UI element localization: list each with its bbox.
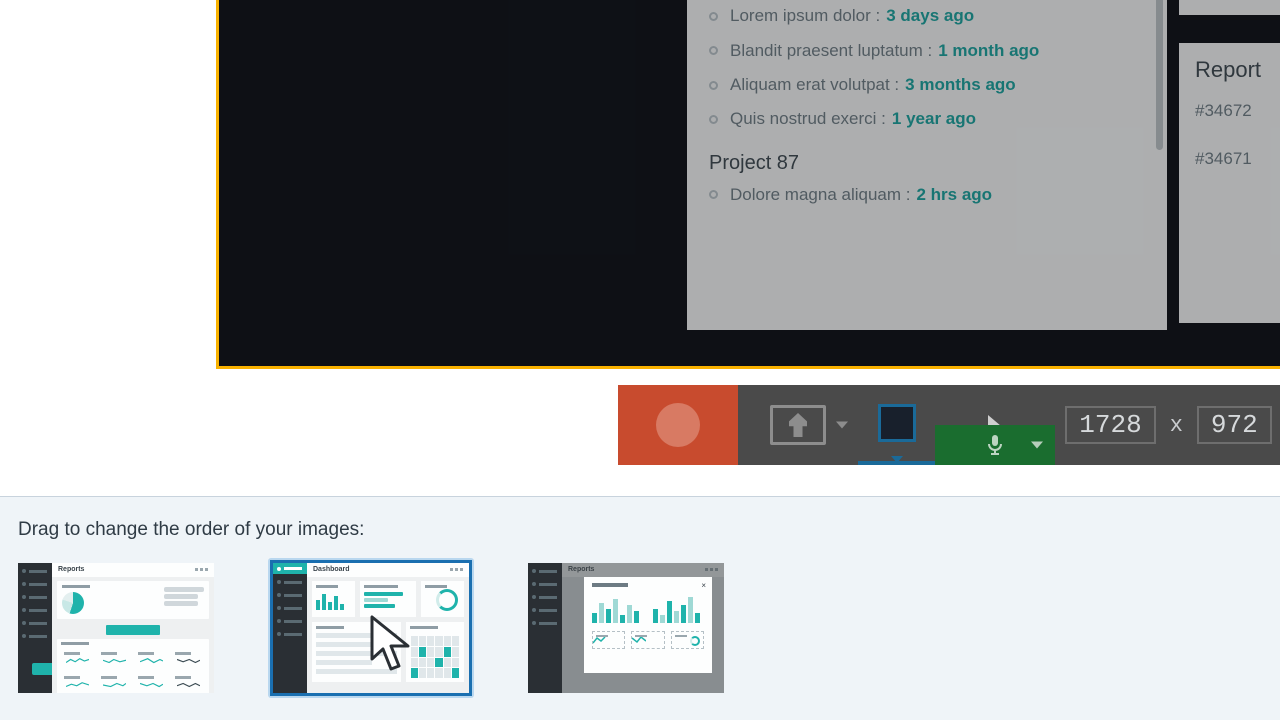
feed-text: Lorem ipsum dolor : bbox=[730, 6, 880, 26]
bullet-icon bbox=[709, 115, 718, 124]
feed-time: 1 year ago bbox=[892, 109, 976, 129]
bullet-icon bbox=[709, 190, 718, 199]
captured-right-column: 11-07| 11-13| … Report #34672 #34671 bbox=[1179, 0, 1280, 330]
mini-chip bbox=[671, 631, 704, 649]
thumbnail-item[interactable]: Reports × bbox=[528, 563, 724, 693]
thumbnail-preview: Reports × bbox=[528, 563, 724, 693]
bullet-icon bbox=[709, 46, 718, 55]
pie-chart-icon bbox=[62, 592, 84, 614]
mini-chip bbox=[592, 631, 625, 649]
thumbnail-list: Reports bbox=[18, 563, 1262, 698]
thumbnail-item-selected[interactable]: Dashboard bbox=[268, 558, 474, 698]
reorder-strip: Drag to change the order of your images:… bbox=[0, 496, 1280, 720]
captured-app-preview: Consectetuer adipiscing elit : 4 hrs ago… bbox=[219, 0, 1280, 366]
right-section-title: Report bbox=[1195, 57, 1280, 83]
close-icon: × bbox=[701, 581, 706, 590]
feed-text: Blandit praesent luptatum : bbox=[730, 41, 932, 61]
bullet-icon bbox=[709, 12, 718, 21]
feed-item: Quis nostrud exerci : 1 year ago bbox=[709, 109, 1145, 129]
ring-chart-icon bbox=[690, 636, 700, 646]
feed-item: Blandit praesent luptatum : 1 month ago bbox=[709, 41, 1145, 61]
feed-item: Lorem ipsum dolor : 3 days ago bbox=[709, 6, 1145, 26]
feed-time: 3 days ago bbox=[886, 6, 974, 26]
chevron-down-icon[interactable] bbox=[1031, 442, 1043, 449]
chevron-down-icon[interactable] bbox=[836, 422, 848, 429]
bar-chart-icon bbox=[592, 595, 639, 623]
chevron-down-icon[interactable] bbox=[891, 456, 903, 463]
window-controls-icon bbox=[193, 566, 208, 574]
mini-title: Dashboard bbox=[313, 566, 350, 574]
calendar-icon bbox=[411, 636, 459, 678]
captured-app-sidebar bbox=[412, 0, 645, 330]
feed-time: 1 month ago bbox=[938, 41, 1039, 61]
bar-chart-icon bbox=[316, 592, 351, 610]
mini-sidebar bbox=[273, 563, 307, 693]
feed-text: Dolore magna aliquam : bbox=[730, 185, 910, 205]
microphone-icon bbox=[987, 434, 1003, 456]
bar-chart-icon bbox=[653, 595, 700, 623]
reorder-instruction: Drag to change the order of your images: bbox=[18, 519, 1262, 541]
mini-chip bbox=[631, 631, 664, 649]
capture-region-frame[interactable]: Consectetuer adipiscing elit : 4 hrs ago… bbox=[219, 0, 1280, 366]
thumbnail-item[interactable]: Reports bbox=[18, 563, 214, 693]
mini-modal: × bbox=[584, 577, 712, 673]
record-icon bbox=[656, 403, 700, 447]
mini-generate-button bbox=[106, 625, 160, 635]
feed-item: Dolore magna aliquam : 2 hrs ago bbox=[709, 185, 1145, 205]
mini-title: Reports bbox=[58, 566, 84, 574]
webcam-toggle[interactable] bbox=[738, 385, 858, 465]
feed-text: Quis nostrud exerci : bbox=[730, 109, 886, 129]
recorder-toolbar: 1728 x 972 bbox=[618, 385, 1280, 465]
feed-text: Aliquam erat volutpat : bbox=[730, 75, 899, 95]
feed-time: 2 hrs ago bbox=[916, 185, 992, 205]
report-id: #34672 bbox=[1195, 101, 1280, 121]
webcam-icon bbox=[770, 405, 826, 445]
scrollbar[interactable] bbox=[1156, 0, 1163, 150]
bullet-icon bbox=[709, 81, 718, 90]
captured-activity-feed: Consectetuer adipiscing elit : 4 hrs ago… bbox=[687, 0, 1167, 330]
thumbnail-preview: Reports bbox=[18, 563, 214, 693]
progress-bars-icon bbox=[364, 592, 413, 608]
right-reports-card: Report #34672 #34671 bbox=[1179, 43, 1280, 323]
region-icon bbox=[878, 404, 916, 442]
dimension-separator: x bbox=[1170, 413, 1183, 438]
region-select-button[interactable] bbox=[858, 385, 935, 465]
feed-project-heading: Project 87 bbox=[709, 152, 1145, 175]
capture-dimensions: 1728 x 972 bbox=[1055, 385, 1280, 465]
record-button[interactable] bbox=[618, 385, 738, 465]
right-dates-card: 11-07| 11-13| … bbox=[1179, 0, 1280, 15]
thumbnail-preview: Dashboard bbox=[273, 563, 469, 693]
cursor-and-audio-group bbox=[935, 385, 1055, 465]
mini-modal-title bbox=[592, 583, 628, 587]
capture-width-input[interactable]: 1728 bbox=[1065, 406, 1155, 444]
microphone-toggle[interactable] bbox=[935, 425, 1055, 465]
ring-chart-icon bbox=[436, 589, 458, 611]
feed-item: Aliquam erat volutpat : 3 months ago bbox=[709, 75, 1145, 95]
report-id: #34671 bbox=[1195, 149, 1280, 169]
window-controls-icon bbox=[448, 566, 463, 574]
capture-height-input[interactable]: 972 bbox=[1197, 406, 1272, 444]
mini-sidebar bbox=[528, 563, 562, 693]
feed-time: 3 months ago bbox=[905, 75, 1016, 95]
mini-sidebar bbox=[18, 563, 52, 693]
